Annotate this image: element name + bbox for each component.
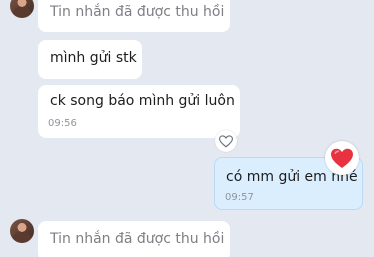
chat-conversation: Tin nhắn đã được thu hồi mình gửi stk ck… (0, 0, 374, 257)
reaction-badge[interactable] (325, 141, 359, 175)
message-bubble[interactable]: ck song báo mình gửi luôn 09:56 (38, 85, 240, 138)
message-timestamp: 09:57 (225, 192, 254, 203)
message-text: Tin nhắn đã được thu hồi (50, 4, 225, 20)
recalled-message-bubble[interactable]: Tin nhắn đã được thu hồi (38, 0, 230, 32)
heart-icon (331, 148, 353, 168)
avatar[interactable] (10, 0, 34, 18)
message-text: ck song báo mình gửi luôn (50, 93, 235, 109)
heart-outline-icon (219, 134, 233, 147)
message-timestamp: 09:56 (48, 118, 77, 129)
message-text: Tin nhắn đã được thu hồi (50, 231, 225, 247)
avatar[interactable] (10, 219, 34, 243)
recalled-message-bubble[interactable]: Tin nhắn đã được thu hồi (38, 221, 230, 257)
message-bubble[interactable]: mình gửi stk (38, 40, 142, 79)
message-text: mình gửi stk (50, 50, 137, 66)
react-button[interactable] (215, 130, 237, 152)
